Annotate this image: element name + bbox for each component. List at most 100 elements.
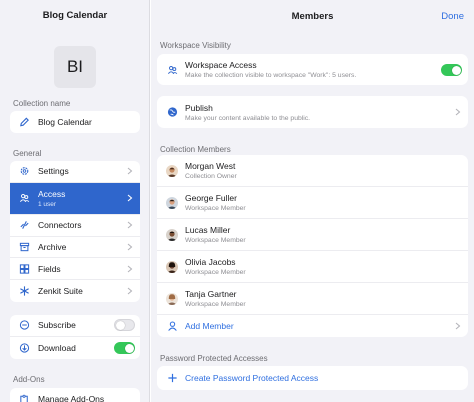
sidebar-item-zenkit-suite[interactable]: Zenkit Suite: [10, 280, 140, 302]
avatar: [166, 260, 178, 273]
workspace-access-toggle[interactable]: [441, 63, 462, 76]
download-toggle[interactable]: [114, 341, 135, 354]
member-role: Collection Owner: [185, 173, 237, 180]
workspace-access-row: Workspace Access Make the collection vis…: [157, 54, 468, 85]
done-button[interactable]: Done: [441, 11, 464, 22]
sidebar-item-label: Connectors: [38, 220, 82, 231]
download-icon: [19, 343, 30, 353]
users-icon: [168, 65, 178, 74]
collection-initials: BI: [66, 57, 84, 76]
sidebar-item-label: Zenkit Suite: [38, 286, 83, 297]
chevron-right-icon: [455, 108, 461, 116]
sidebar-item-archive[interactable]: Archive: [10, 237, 140, 259]
download-row: Download: [10, 337, 140, 359]
member-row[interactable]: George Fuller Workspace Member: [157, 187, 468, 219]
member-role: Workspace Member: [185, 269, 246, 276]
member-row[interactable]: Lucas Miller Workspace Member: [157, 219, 468, 251]
member-name: George Fuller: [185, 193, 237, 203]
workspace-visibility-label: Workspace Visibility: [160, 41, 231, 50]
add-member-button[interactable]: Add Member: [157, 315, 468, 337]
chevron-right-icon: [127, 287, 133, 295]
chevron-right-icon: [455, 322, 461, 330]
gear-icon: [20, 167, 29, 176]
member-name: Tanja Gartner: [185, 289, 237, 299]
add-member-label: Add Member: [185, 321, 234, 331]
connector-icon: [20, 221, 29, 230]
sidebar-title: Blog Calendar: [42, 10, 108, 21]
collection-name-card: Blog Calendar: [10, 111, 140, 133]
workspace-access-title: Workspace Access: [185, 60, 257, 70]
member-name: Lucas Miller: [185, 225, 231, 235]
member-name: Morgan West: [185, 161, 236, 171]
create-password-access-button[interactable]: Create Password Protected Access: [157, 366, 468, 390]
fields-icon: [19, 264, 30, 274]
zenkit-icon: [20, 286, 29, 296]
publish-title: Publish: [185, 102, 213, 113]
sidebar-item-label: Fields: [38, 263, 61, 274]
members-list: Morgan West Collection Owner George Full…: [157, 155, 468, 337]
pencil-icon: [20, 117, 29, 127]
collection-members-label: Collection Members: [160, 145, 231, 154]
sidebar-item-label: Settings: [38, 166, 69, 177]
chevron-right-icon: [127, 194, 133, 202]
member-role: Workspace Member: [185, 205, 246, 212]
chevron-right-icon: [127, 167, 133, 175]
member-row[interactable]: Morgan West Collection Owner: [157, 155, 468, 187]
collection-name-label: Collection name: [13, 99, 71, 108]
avatar: [166, 196, 178, 209]
sidebar-item-connectors[interactable]: Connectors: [10, 215, 140, 237]
puzzle-icon: [20, 394, 28, 402]
member-row[interactable]: Olivia Jacobs Workspace Member: [157, 251, 468, 283]
general-menu: Settings Access 1 user Connectors Archiv…: [10, 161, 140, 302]
sidebar-item-label: Manage Add-Ons: [38, 393, 105, 402]
access-user-count: 1 user: [38, 200, 57, 208]
manage-addons-item[interactable]: Manage Add-Ons: [10, 388, 140, 402]
subscribe-row: Subscribe: [10, 315, 140, 337]
workspace-access-card: Workspace Access Make the collection vis…: [157, 54, 468, 85]
sidebar-item-fields[interactable]: Fields: [10, 258, 140, 281]
password-accesses-label: Password Protected Accesses: [160, 354, 268, 363]
member-role: Workspace Member: [185, 237, 246, 244]
addons-label: Add-Ons: [13, 375, 45, 384]
avatar: [166, 228, 178, 241]
general-label: General: [13, 149, 42, 158]
publish-row[interactable]: Publish Make your content available to t…: [157, 96, 468, 128]
publish-subtitle: Make your content available to the publi…: [185, 114, 311, 122]
toggle-card: Subscribe Download: [10, 315, 140, 359]
toggle-knob: [452, 65, 461, 75]
panel-title: Members: [291, 11, 334, 22]
member-role: Workspace Member: [185, 301, 246, 308]
archive-icon: [19, 242, 30, 252]
collection-avatar[interactable]: BI: [54, 46, 96, 88]
avatar: [166, 292, 178, 305]
members-panel: Members Done Workspace Visibility Worksp…: [151, 0, 474, 402]
plus-icon: [168, 373, 177, 383]
chevron-right-icon: [127, 221, 133, 229]
download-label: Download: [38, 342, 76, 353]
create-password-access-label: Create Password Protected Access: [185, 373, 319, 383]
subscribe-label: Subscribe: [38, 320, 76, 331]
sidebar-item-access[interactable]: Access 1 user: [10, 182, 140, 215]
globe-icon: [167, 107, 178, 117]
password-accesses-card: Create Password Protected Access: [157, 366, 468, 390]
chevron-right-icon: [127, 265, 133, 273]
add-person-icon: [168, 321, 177, 331]
chevron-right-icon: [127, 243, 133, 251]
sidebar-item-settings[interactable]: Settings: [10, 161, 140, 183]
member-name: Olivia Jacobs: [185, 257, 236, 267]
sidebar-item-label: Access: [38, 188, 66, 199]
workspace-access-subtitle: Make the collection visible to workspace…: [185, 72, 357, 79]
publish-card: Publish Make your content available to t…: [157, 96, 468, 128]
sidebar-item-label: Archive: [38, 241, 67, 252]
member-row[interactable]: Tanja Gartner Workspace Member: [157, 283, 468, 315]
settings-sidebar: Blog Calendar BI Collection name Blog Ca…: [0, 0, 150, 402]
subscribe-toggle[interactable]: [114, 319, 135, 332]
addons-card: Manage Add-Ons: [10, 388, 140, 402]
toggle-knob: [116, 321, 125, 331]
subscribe-icon: [19, 320, 30, 331]
collection-name-field[interactable]: Blog Calendar: [10, 111, 140, 133]
toggle-knob: [125, 343, 134, 353]
users-icon: [20, 194, 30, 203]
avatar: [166, 164, 178, 177]
collection-name-value: Blog Calendar: [38, 116, 92, 127]
